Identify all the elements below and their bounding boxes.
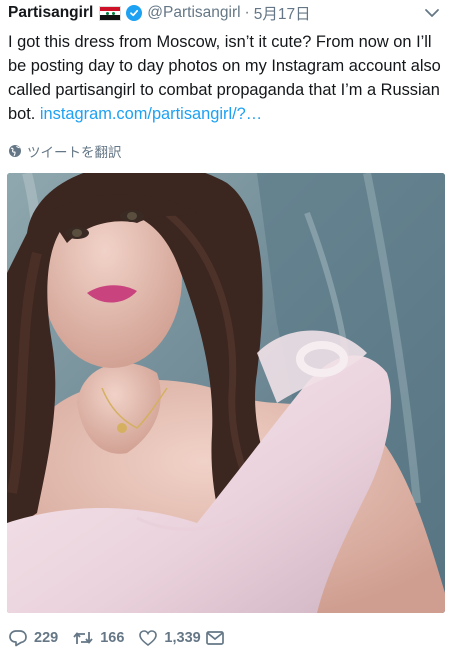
- translate-tweet-button[interactable]: ツイートを翻訳: [8, 140, 122, 162]
- tweet-photo[interactable]: [7, 173, 445, 613]
- tweet-text: I got this dress from Moscow, isn’t it c…: [8, 30, 444, 126]
- reply-count: 229: [34, 630, 59, 646]
- separator-dot: ·: [244, 4, 250, 21]
- envelope-icon: [205, 631, 224, 645]
- like-button[interactable]: 1,339: [138, 629, 201, 647]
- reply-button[interactable]: 229: [8, 629, 58, 647]
- author-name[interactable]: Partisangirl: [8, 4, 93, 22]
- tweet-actions: 229 166 1,339: [8, 627, 245, 649]
- direct-message-button[interactable]: [205, 629, 231, 647]
- reply-icon: [9, 630, 27, 647]
- instagram-link[interactable]: instagram.com/partisangirl/?…: [40, 105, 262, 123]
- like-count: 1,339: [164, 630, 201, 646]
- tweet-date[interactable]: 5月17日: [254, 2, 311, 24]
- verified-badge-icon: [126, 5, 143, 21]
- syria-flag-icon: [99, 5, 122, 21]
- tweet-card: Partisangirl @Partisangirl · 5月17日 I got…: [0, 0, 450, 651]
- heart-icon: [139, 630, 158, 647]
- globe-icon: [9, 145, 21, 157]
- author-handle[interactable]: @Partisangirl: [147, 4, 240, 22]
- chevron-down-icon[interactable]: [424, 6, 440, 20]
- retweet-count: 166: [100, 630, 125, 646]
- tweet-header: Partisangirl @Partisangirl · 5月17日: [8, 2, 442, 24]
- translate-label: ツイートを翻訳: [27, 145, 122, 160]
- retweet-button[interactable]: 166: [72, 629, 124, 647]
- photo-image: [7, 173, 445, 613]
- retweet-icon: [73, 632, 93, 644]
